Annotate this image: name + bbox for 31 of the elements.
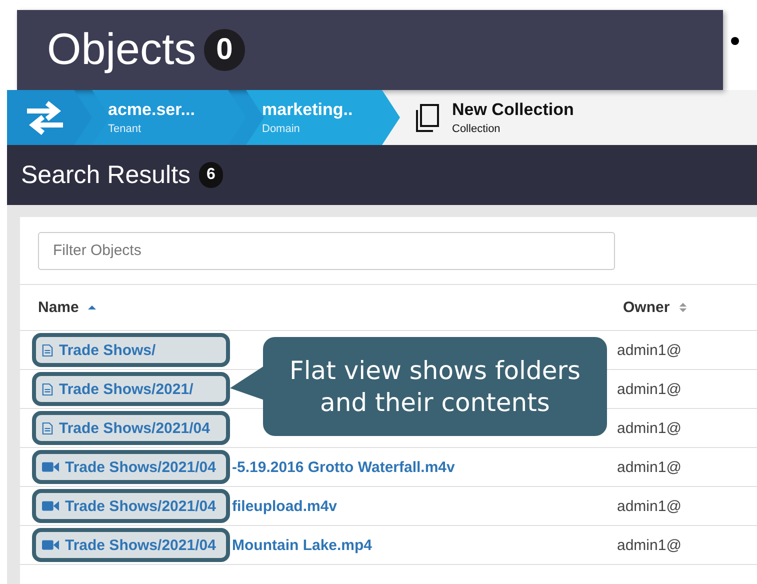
owner-cell: admin1@ <box>617 380 682 398</box>
highlight-frame[interactable]: Trade Shows/2021/04 <box>32 489 230 523</box>
swap-arrows-icon <box>25 100 65 136</box>
highlight-frame[interactable]: Trade Shows/ <box>32 333 230 367</box>
file-name-link[interactable]: Mountain Lake.mp4 <box>232 536 372 554</box>
owner-cell: admin1@ <box>617 536 682 554</box>
results-title: Search Results <box>21 160 191 190</box>
slide-title: Objects <box>47 25 196 75</box>
collection-label: Collection <box>452 123 502 135</box>
filter-field[interactable]: Filter Objects <box>38 232 615 270</box>
highlight-frame[interactable]: Trade Shows/2021/04 <box>32 450 230 484</box>
owner-cell: admin1@ <box>617 420 682 436</box>
callout-bubble: Flat view shows folders and their contents <box>263 337 607 436</box>
column-header[interactable]: Name <box>38 299 79 316</box>
collection-title: New Collection <box>452 100 574 120</box>
switch-button[interactable] <box>7 90 92 145</box>
breadcrumb-item[interactable]: marketing.. Domain <box>246 90 400 145</box>
bullet-icon <box>731 37 739 45</box>
owner-cell: admin1@ <box>617 498 682 514</box>
highlight-frame[interactable]: Trade Shows/2021/ <box>32 372 230 406</box>
column-header[interactable]: Owner <box>623 299 670 316</box>
file-name-link[interactable]: fileupload.m4v <box>232 498 338 514</box>
highlight-frame[interactable]: Trade Shows/2021/04 <box>32 528 230 562</box>
copy-icon <box>414 102 440 132</box>
count-badge: 6 <box>198 162 224 188</box>
sort-icon[interactable] <box>678 302 688 313</box>
owner-cell: admin1@ <box>617 458 682 476</box>
highlight-frame[interactable]: Trade Shows/2021/04 <box>32 411 230 445</box>
file-name-link[interactable]: -5.19.2016 Grotto Waterfall.m4v <box>232 458 455 476</box>
owner-cell: admin1@ <box>617 342 682 358</box>
count-badge: 0 <box>204 29 245 71</box>
